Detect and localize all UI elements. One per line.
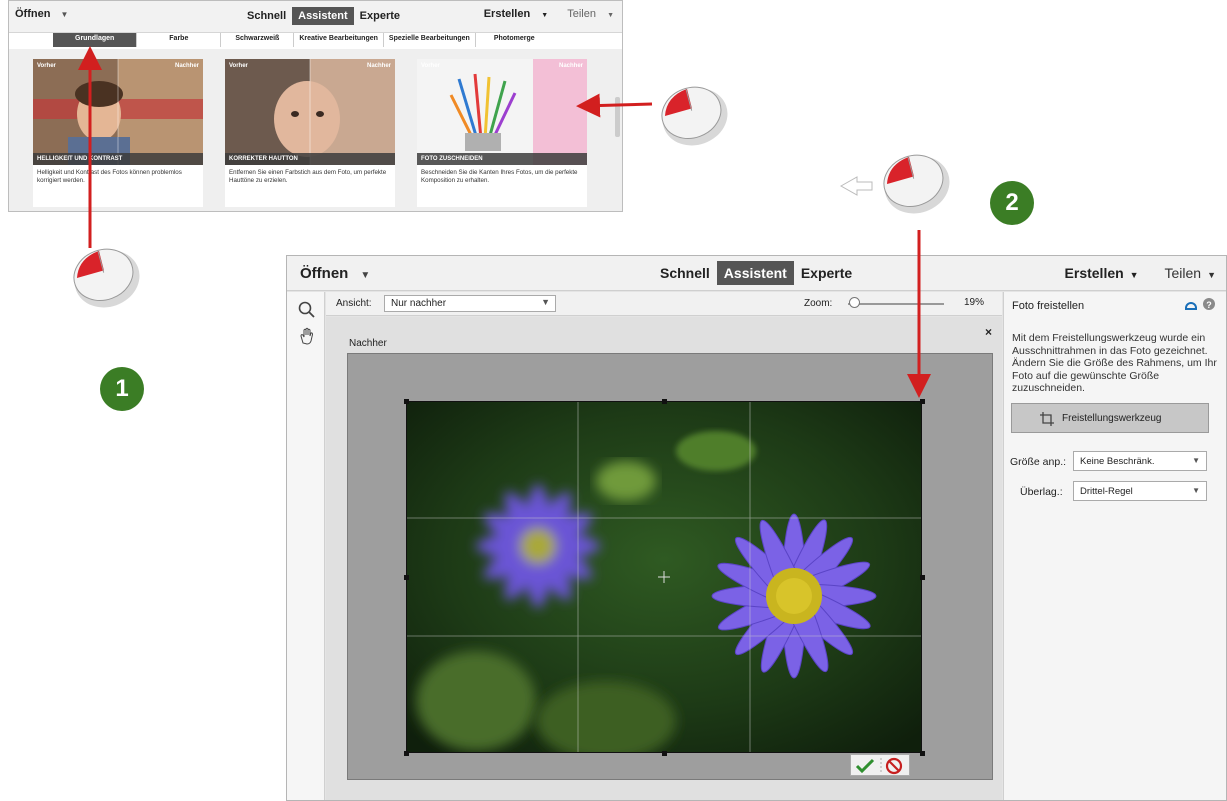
mouse-drag-icon [883, 154, 950, 214]
arrow-to-crop-card [576, 93, 653, 118]
mouse-click-icon [661, 86, 728, 146]
step-badge-2: 2 [990, 181, 1034, 225]
callout-arrows [78, 46, 931, 398]
step-badge-1: 1 [100, 367, 144, 411]
mouse-click-icon [73, 248, 140, 308]
